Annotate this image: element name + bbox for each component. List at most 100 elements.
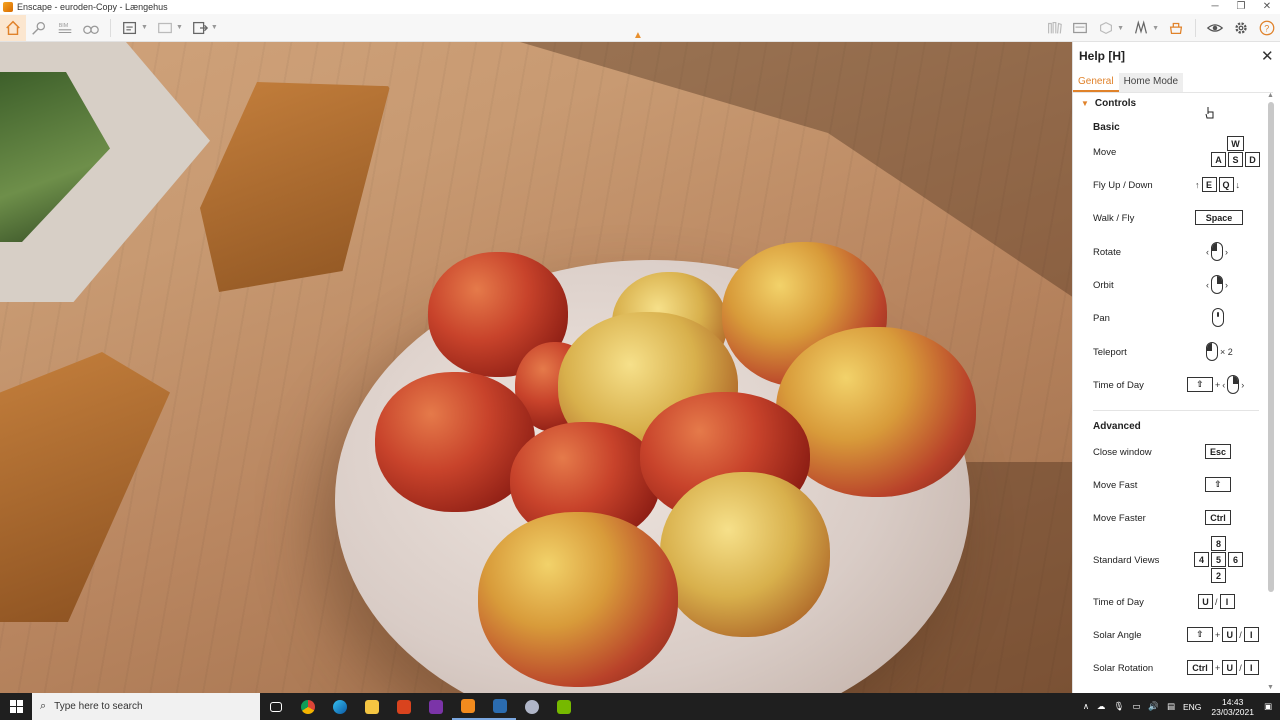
mouse-right-button-icon	[1227, 375, 1240, 394]
bim-button[interactable]: BIM	[52, 15, 78, 41]
keys-rotate: ‹ ›	[1206, 242, 1228, 261]
binoculars-button[interactable]	[78, 15, 104, 41]
screenshot-button[interactable]	[117, 15, 143, 41]
visibility-button[interactable]	[1202, 15, 1228, 41]
help-tabs: General Home Mode	[1073, 73, 1273, 93]
control-label-solar-angle: Solar Angle	[1093, 630, 1142, 641]
visibility-icon	[1206, 24, 1224, 32]
taskbar-clock[interactable]: 14:43 23/03/2021	[1211, 697, 1254, 717]
control-label-fly: Fly Up / Down	[1093, 180, 1153, 191]
collaborate-icon	[1169, 22, 1183, 35]
bookmark-button[interactable]	[1128, 15, 1154, 41]
material-editor-icon	[1073, 22, 1088, 34]
window-controls: ─ ❐ ✕	[1202, 0, 1280, 14]
close-window-button[interactable]: ✕	[1254, 0, 1280, 14]
model-view-button[interactable]	[1093, 15, 1119, 41]
visual-settings-icon	[32, 21, 46, 35]
asset-library-icon	[1048, 22, 1062, 34]
taskbar-app-nvidia[interactable]	[548, 693, 580, 720]
arrow-down-icon: ↓	[1235, 179, 1241, 190]
scroll-down-icon[interactable]: ▼	[1267, 684, 1274, 691]
visual-settings-button[interactable]	[26, 15, 52, 41]
svg-text:?: ?	[1264, 24, 1269, 34]
keys-close-window: Esc	[1205, 444, 1231, 459]
chevron-down-icon[interactable]: ▼	[1117, 25, 1124, 32]
taskbar-app-task-view[interactable]	[260, 693, 292, 720]
asset-library-button[interactable]	[1041, 15, 1067, 41]
key-i: I	[1219, 594, 1235, 609]
close-help-icon[interactable]: ✕	[1261, 47, 1274, 65]
scroll-up-icon[interactable]: ▲	[1267, 92, 1274, 99]
teleport-count: × 2	[1220, 346, 1233, 357]
search-icon: ⌕	[40, 700, 47, 712]
settings-button[interactable]	[1228, 15, 1254, 41]
keys-teleport: × 2	[1206, 342, 1233, 361]
minimize-button[interactable]: ─	[1202, 0, 1228, 14]
taskbar-app-circle[interactable]	[516, 693, 548, 720]
keys-walk-fly: Space	[1195, 210, 1243, 225]
mouse-middle-button-icon	[1212, 308, 1224, 327]
controls-section-header[interactable]: ▼ Controls	[1081, 98, 1136, 109]
model-view-icon	[1100, 21, 1113, 35]
tab-general[interactable]: General	[1073, 73, 1119, 92]
system-tray: ∧ ☁ 🎙 ▭ 🔊 ▤ ENG 14:43 23/03/2021 ▣	[1079, 693, 1280, 720]
key-esc: Esc	[1205, 444, 1231, 459]
chevron-down-icon[interactable]: ▼	[1152, 25, 1159, 32]
chevron-down-icon[interactable]: ▼	[176, 24, 183, 31]
restore-button[interactable]: ❐	[1228, 0, 1254, 14]
key-shift-icon: ⇧	[1205, 477, 1231, 492]
controls-section-label: Controls	[1094, 98, 1137, 109]
collapse-toolbar-chevron-up-icon[interactable]: ▲	[633, 30, 643, 41]
taskbar-app-enscape[interactable]	[452, 693, 484, 720]
taskbar-search-box[interactable]: ⌕ Type here to search	[32, 693, 260, 720]
volume-icon[interactable]: 🔊	[1148, 701, 1159, 712]
key-5: 5	[1211, 552, 1226, 567]
printer-icon[interactable]: ▤	[1167, 701, 1175, 712]
taskbar-app-revit[interactable]	[484, 693, 516, 720]
keys-pan	[1212, 308, 1224, 327]
batch-render-button[interactable]	[152, 15, 178, 41]
microphone-icon[interactable]: 🎙	[1114, 701, 1125, 712]
taskbar-app-office[interactable]	[388, 693, 420, 720]
taskbar-app-onenote[interactable]	[420, 693, 452, 720]
chevron-down-icon[interactable]: ▼	[211, 24, 218, 31]
show-hidden-icons-chevron-icon[interactable]: ∧	[1083, 701, 1089, 712]
help-button[interactable]: ?	[1254, 15, 1280, 41]
language-indicator[interactable]: ENG	[1183, 702, 1201, 712]
keys-time-of-day-advanced: U / I	[1198, 594, 1235, 609]
key-ctrl: Ctrl	[1205, 510, 1231, 525]
key-space: Space	[1195, 210, 1243, 225]
key-w: W	[1227, 136, 1244, 151]
render-viewport[interactable]	[0, 42, 1072, 693]
control-label-time-of-day-advanced: Time of Day	[1093, 597, 1144, 608]
taskbar-app-chrome[interactable]	[292, 693, 324, 720]
arrow-up-icon: ↑	[1195, 179, 1200, 190]
chevron-down-icon[interactable]: ▼	[141, 24, 148, 31]
control-label-rotate: Rotate	[1093, 247, 1121, 258]
export-button[interactable]	[187, 15, 213, 41]
control-label-pan: Pan	[1093, 313, 1110, 324]
tab-home-mode[interactable]: Home Mode	[1118, 73, 1184, 92]
control-label-move: Move	[1093, 147, 1117, 158]
material-editor-button[interactable]	[1067, 15, 1093, 41]
collaborate-button[interactable]	[1163, 15, 1189, 41]
key-q: Q	[1218, 177, 1234, 192]
taskbar-app-file-explorer[interactable]	[356, 693, 388, 720]
key-2: 2	[1211, 568, 1226, 583]
batch-render-icon	[158, 22, 172, 33]
help-scrollbar[interactable]: ▲ ▼	[1267, 92, 1275, 692]
network-icon[interactable]: ▭	[1132, 701, 1140, 712]
start-button[interactable]	[0, 693, 32, 720]
home-button[interactable]	[0, 14, 26, 41]
notifications-icon[interactable]: ▣	[1264, 701, 1272, 712]
keys-orbit: ‹ ›	[1206, 275, 1228, 294]
control-label-time-of-day: Time of Day	[1093, 380, 1144, 391]
key-ctrl: Ctrl	[1187, 660, 1213, 675]
section-divider	[1093, 410, 1259, 411]
scrollbar-thumb[interactable]	[1268, 102, 1274, 592]
keys-solar-rotation: Ctrl + U / I	[1187, 660, 1259, 675]
home-icon	[6, 20, 20, 35]
keys-move-fast: ⇧	[1205, 477, 1231, 492]
onedrive-cloud-icon[interactable]: ☁	[1097, 701, 1106, 712]
taskbar-app-edge[interactable]	[324, 693, 356, 720]
